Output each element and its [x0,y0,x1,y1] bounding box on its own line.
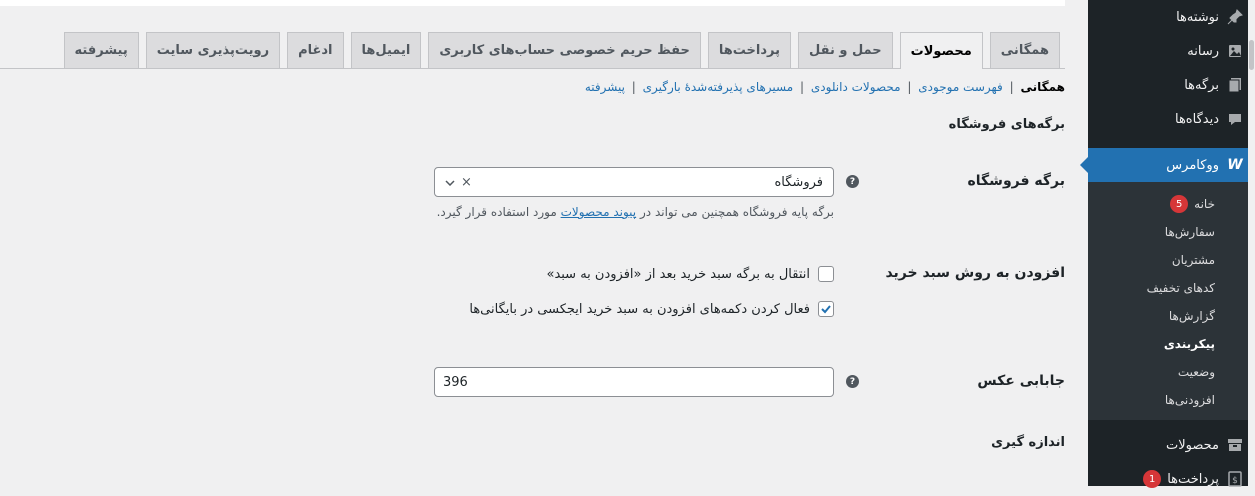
woocommerce-icon: W [1227,157,1243,173]
submenu-item-label: سفارش‌ها [1164,225,1215,239]
sidebar-item-label: دیدگاه‌ها [1174,111,1219,127]
tab-accounts-privacy[interactable]: حفظ حریم خصوصی حساب‌های کاربری [428,32,701,68]
redirect-to-cart-checkbox[interactable] [818,266,834,282]
subsection-link-downloadable[interactable]: محصولات دانلودی [811,80,901,94]
description-text: برگه پایه فروشگاه همچنین می تواند در [639,205,834,219]
products-icon [1225,435,1245,455]
submenu-item-label: پیکربندی [1163,337,1215,351]
sidebar-item-posts[interactable]: نوشته‌ها [1088,0,1255,34]
shop-page-value: فروشگاه [774,174,823,190]
scrollbar[interactable] [1248,0,1255,486]
subsection-link-advanced[interactable]: پیشرفته [585,80,625,94]
sidebar-item-woocommerce[interactable]: W ووکامرس [1080,148,1255,182]
permalinks-link[interactable]: پیوند محصولات [561,205,637,219]
separator: | [1009,80,1014,94]
media-icon [1225,41,1245,61]
placeholder-image-label: جابابی عکس [977,373,1065,389]
sidebar-item-label: پرداخت‌ها [1167,471,1219,487]
subsection-link-download-paths[interactable]: مسیرهای پذیرفته‌شدهٔ بارگیری [643,80,794,94]
help-icon[interactable]: ? [846,175,859,188]
submenu-item-coupons[interactable]: کدهای تخفیف [1088,274,1255,302]
chevron-down-icon [445,175,455,190]
subsection-current: همگانی [1020,80,1066,94]
admin-sidebar: نوشته‌ها رسانه برگه‌ها دیدگاه‌ها W ووکام… [1080,0,1255,488]
tab-shipping[interactable]: حمل و نقل [797,32,893,68]
comments-icon [1225,109,1245,129]
redirect-to-cart-option[interactable]: انتقال به برگه سبد خرید بعد از «افزودن ب… [546,266,834,282]
sidebar-item-media[interactable]: رسانه [1088,34,1255,68]
tab-payments[interactable]: پرداخت‌ها [707,32,791,68]
subsection-links: همگانی | فهرست موجودی | محصولات دانلودی … [585,80,1065,94]
shop-page-description: برگه پایه فروشگاه همچنین می تواند در پیو… [437,205,834,219]
settings-tabs: همگانی محصولات حمل و نقل پرداخت‌ها حفظ ح… [0,32,1065,69]
sidebar-item-label: محصولات [1166,437,1219,453]
tab-site-visibility[interactable]: رویت‌پذیری سایت [145,32,281,68]
option-label: انتقال به برگه سبد خرید بعد از «افزودن ب… [546,266,810,282]
sidebar-item-comments[interactable]: دیدگاه‌ها [1088,102,1255,136]
submenu-item-settings[interactable]: پیکربندی [1088,330,1255,358]
placeholder-image-input[interactable] [434,367,834,397]
ajax-add-to-cart-checkbox[interactable] [818,301,834,317]
separator: | [631,80,636,94]
checkmark-icon [821,305,831,314]
payments-icon: $ [1225,469,1245,489]
tab-products[interactable]: محصولات [899,32,983,69]
shop-page-label: برگه فروشگاه [967,173,1065,189]
submenu-item-label: افزودنی‌ها [1164,393,1215,407]
submenu-item-reports[interactable]: گزارش‌ها [1088,302,1255,330]
submenu-item-status[interactable]: وضعیت [1088,358,1255,386]
tab-general[interactable]: همگانی [989,32,1060,68]
sidebar-item-products[interactable]: محصولات [1088,428,1255,462]
sidebar-item-payments[interactable]: $ پرداخت‌ها 1 [1088,462,1255,496]
tab-integration[interactable]: ادغام [287,32,344,68]
ajax-add-to-cart-option[interactable]: فعال کردن دکمه‌های افزودن به سبد خرید ای… [469,301,834,317]
submenu-item-home[interactable]: خانه 5 [1088,190,1255,218]
notification-badge: 1 [1143,470,1162,488]
tab-advanced[interactable]: پیشرفته [63,32,139,68]
submenu-item-orders[interactable]: سفارش‌ها [1088,218,1255,246]
svg-text:$: $ [1232,476,1238,486]
settings-page: همگانی محصولات حمل و نقل پرداخت‌ها حفظ ح… [0,0,1065,486]
sidebar-item-label: رسانه [1187,43,1219,59]
submenu-item-label: وضعیت [1177,365,1215,379]
pushpin-icon [1225,7,1245,27]
description-text: مورد استفاده قرار گیرد. [436,205,557,219]
measurements-title: اندازه گیری [991,435,1065,450]
clear-icon[interactable]: × [461,175,472,190]
separator: | [907,80,912,94]
subsection-link-inventory[interactable]: فهرست موجودی [918,80,1003,94]
sidebar-item-label: ووکامرس [1166,157,1219,173]
submenu-item-extensions[interactable]: افزودنی‌ها [1088,386,1255,414]
shop-page-select[interactable]: فروشگاه × [434,167,834,197]
tab-emails[interactable]: ایمیل‌ها [350,32,422,68]
sidebar-item-pages[interactable]: برگه‌ها [1088,68,1255,102]
help-icon[interactable]: ? [846,375,859,388]
submenu-item-label: مشتریان [1171,253,1215,267]
submenu-item-customers[interactable]: مشتریان [1088,246,1255,274]
top-strip [0,0,1065,6]
submenu-item-label: گزارش‌ها [1168,309,1215,323]
submenu-item-label: خانه [1194,197,1215,211]
separator: | [800,80,805,94]
sidebar-item-label: نوشته‌ها [1176,9,1219,25]
woocommerce-submenu: خانه 5 سفارش‌ها مشتریان کدهای تخفیف گزار… [1088,182,1255,420]
option-label: فعال کردن دکمه‌های افزودن به سبد خرید ای… [469,301,810,317]
notification-badge: 5 [1170,195,1189,213]
add-to-cart-label: افزودن به روش سبد خرید [885,265,1065,281]
submenu-item-label: کدهای تخفیف [1146,281,1215,295]
section-title: برگه‌های فروشگاه [948,117,1065,132]
pages-icon [1225,75,1245,95]
sidebar-item-label: برگه‌ها [1184,77,1219,93]
